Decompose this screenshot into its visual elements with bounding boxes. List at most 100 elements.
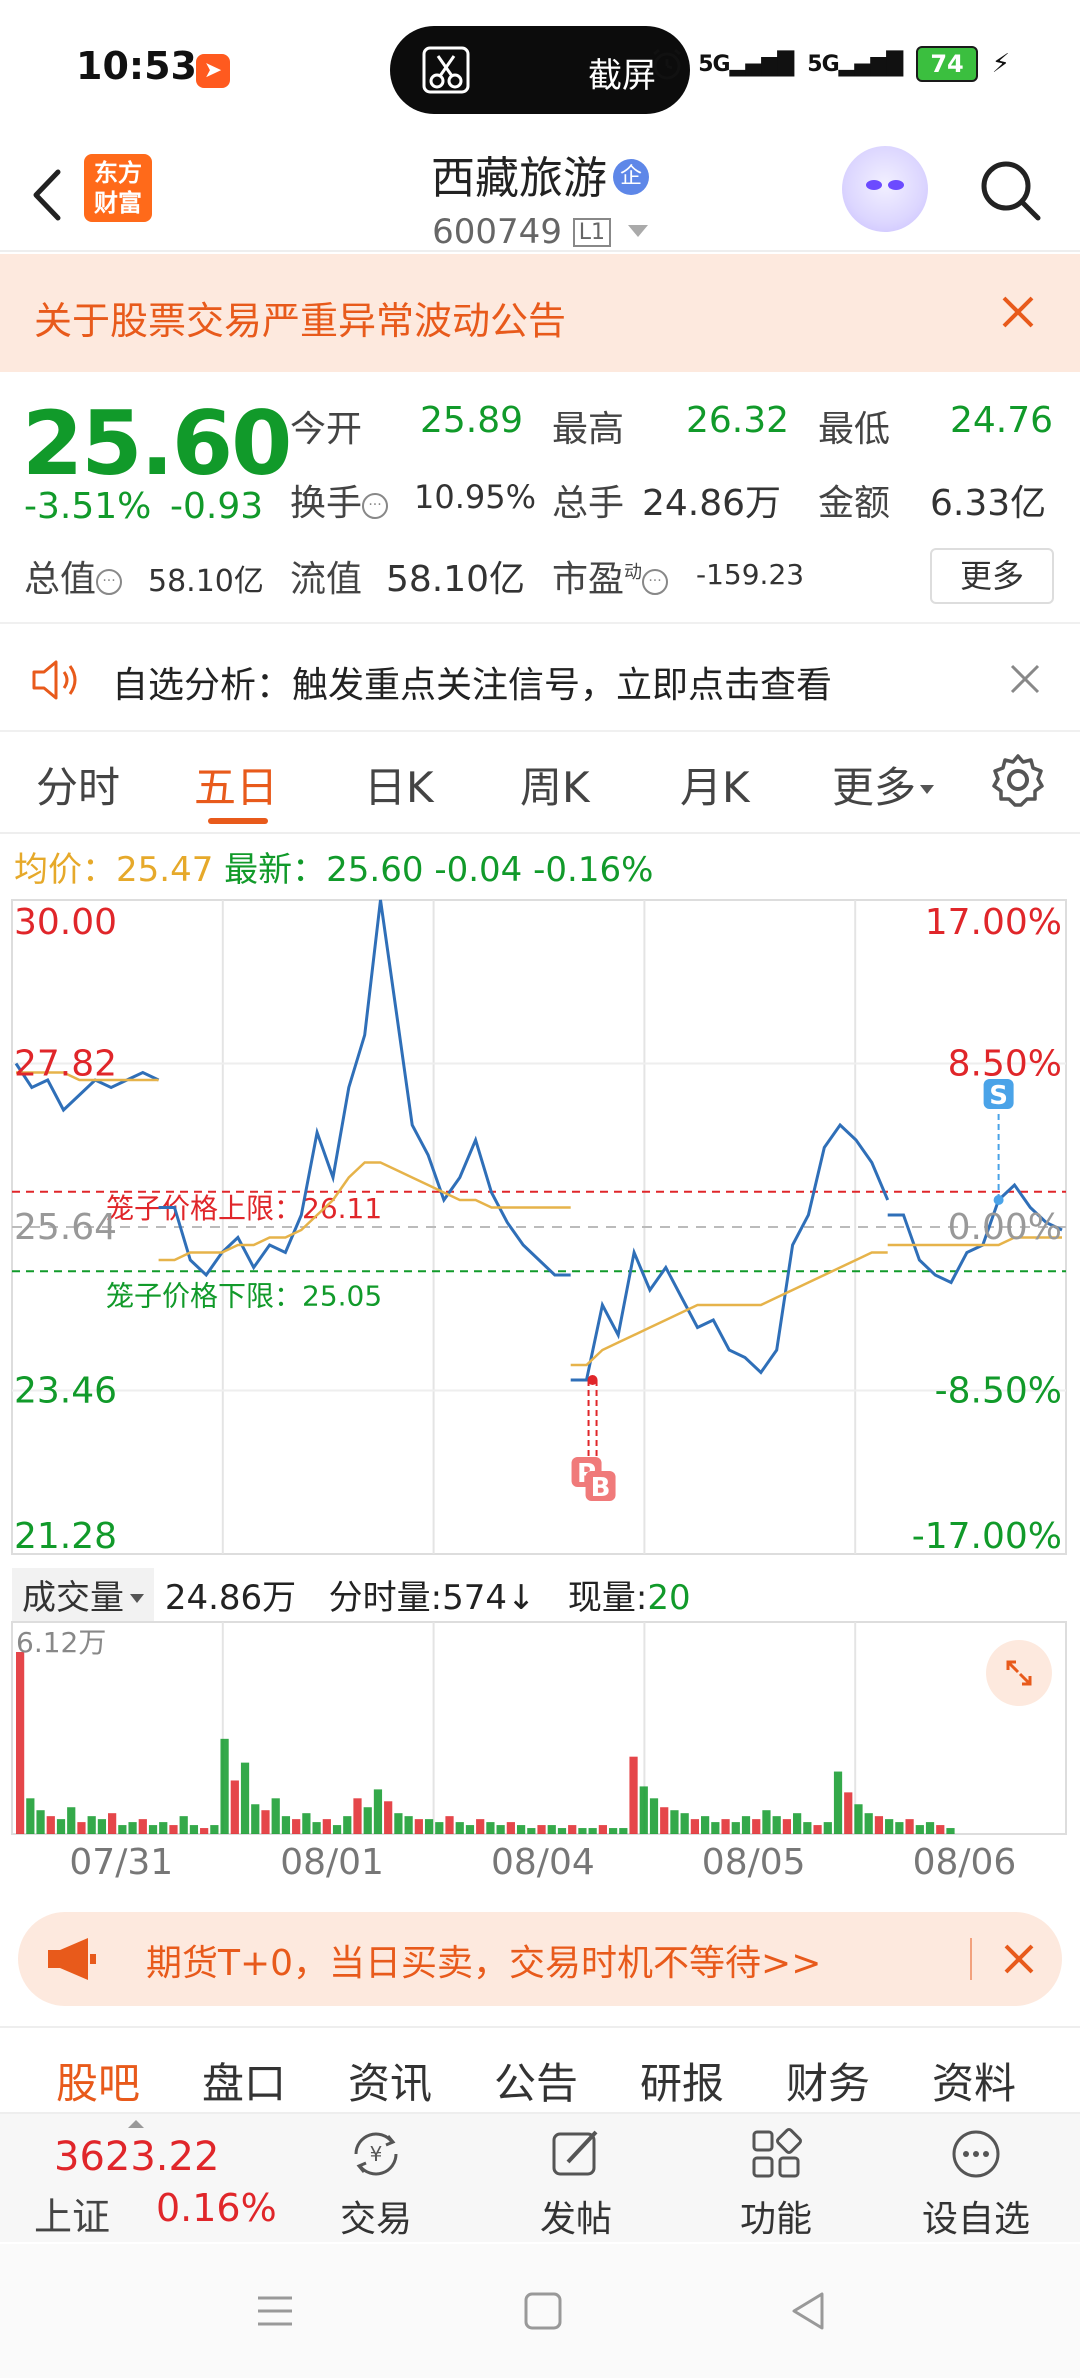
volume-bar (445, 1816, 454, 1834)
menu-icon[interactable] (252, 2288, 298, 2334)
volume-bar (874, 1816, 884, 1834)
functions-button[interactable]: 功能 (706, 2124, 846, 2242)
status-icons: 5G▂▄▆█ 5G▂▄▆█ 74 ⚡ (650, 46, 1010, 82)
gear-icon[interactable] (988, 750, 1048, 810)
volume-bar (36, 1810, 45, 1834)
buy-point-dot (587, 1375, 598, 1385)
active-tab-indicator (208, 818, 268, 824)
tab-announcements[interactable]: 公告 (494, 2050, 578, 2111)
volume-bar (823, 1822, 832, 1834)
screenshot-pill[interactable]: 截屏 (390, 26, 690, 114)
futures-promo-banner[interactable]: 期货T+0，当日买卖，交易时机不等待>> (18, 1912, 1062, 2006)
functions-label: 功能 (739, 2199, 812, 2240)
volume-bar (588, 1828, 597, 1834)
add-watchlist-button[interactable]: 设自选 (906, 2124, 1046, 2242)
close-icon[interactable] (1006, 660, 1044, 698)
percent-axis-label: -17.00% (912, 1516, 1062, 1557)
volume-chart[interactable]: 6.12万 (0, 1620, 1080, 1840)
volume-indicator-select[interactable]: 成交量 (12, 1568, 154, 1621)
volume-bar (782, 1819, 792, 1834)
alarm-icon (653, 48, 682, 80)
level-badge: L1 (572, 218, 612, 247)
charging-icon: ⚡ (991, 49, 1010, 79)
five-day-price-chart[interactable]: 笼子价格上限：26.11 笼子价格下限：25.05 30.00 27.82 25.64 2… (0, 892, 1080, 1562)
trade-yuan-icon: ¥ (354, 2132, 398, 2176)
volume-bar (404, 1816, 413, 1834)
expand-chart-button[interactable] (986, 1640, 1052, 1706)
close-icon[interactable] (996, 290, 1040, 334)
volume-bar (813, 1825, 822, 1834)
index-name: 上证 (34, 2195, 111, 2239)
volume-bar (67, 1807, 76, 1834)
close-icon[interactable] (1000, 1940, 1038, 1978)
volume-frame (11, 1621, 1067, 1835)
stock-code-row[interactable]: 600749 L1 (0, 212, 1080, 252)
volume-bar (701, 1816, 710, 1834)
avg-label: 均价： (14, 850, 116, 890)
volume-bar (312, 1822, 321, 1834)
volume-bar (138, 1819, 147, 1834)
change-percent: -3.51% (24, 486, 152, 527)
announcement-banner[interactable]: 关于股票交易严重异常波动公告 (0, 254, 1080, 372)
volume-bar (455, 1822, 464, 1834)
volume-bar (424, 1819, 434, 1834)
signal-icon: 5G▂▄▆█ (698, 51, 794, 77)
date-label: 08/01 (280, 1842, 384, 1883)
volume-bar (925, 1822, 935, 1834)
tab-weekly-k[interactable]: 周K (520, 754, 590, 815)
volume-bar (721, 1819, 730, 1834)
more-button[interactable]: 更多 (930, 548, 1054, 604)
analysis-text: 自选分析：触发重点关注信号，立即点击查看 (112, 665, 833, 706)
turnover-label[interactable]: 换手 ··· (290, 474, 389, 526)
tab-research[interactable]: 研报 (640, 2050, 724, 2111)
pe-label[interactable]: 市盈动 ··· (552, 550, 669, 602)
volume-bar (292, 1819, 301, 1834)
watchlist-analysis-banner[interactable]: 自选分析：触发重点关注信号，立即点击查看 (0, 622, 1080, 732)
volume-bar (762, 1810, 771, 1834)
minute-volume-label: 分时量: (328, 1578, 443, 1618)
edit-icon (552, 2130, 598, 2176)
tab-five-day[interactable]: 五日 (194, 754, 278, 815)
high-value: 26.32 (686, 400, 790, 441)
app-notification-icon: ➤ (196, 54, 230, 88)
stock-header: 东方 财富 西藏旅游企 600749 L1 (0, 140, 1080, 252)
tab-more[interactable]: 更多 (832, 754, 935, 815)
turnover-value: 10.95% (414, 478, 537, 516)
tab-forum[interactable]: 股吧 (56, 2050, 140, 2111)
float-value: 58.10亿 (386, 559, 526, 600)
tab-monthly-k[interactable]: 月K (680, 754, 750, 815)
tab-daily-k[interactable]: 日K (364, 754, 434, 815)
volume-bar (220, 1738, 229, 1834)
stock-sub-navigation: 股吧 盘口 资讯 公告 研报 财务 资料 (0, 2026, 1080, 2110)
price-axis-label: 27.82 (14, 1044, 117, 1085)
trade-button[interactable]: ¥ 交易 (306, 2124, 446, 2242)
volume-bar (496, 1825, 505, 1834)
avg-latest-bar: 均价：25.47 最新：25.60 -0.04 -0.16% (14, 842, 653, 891)
price-axis-label: 21.28 (14, 1516, 117, 1557)
volume-bar (271, 1798, 280, 1834)
volume-bar (210, 1825, 219, 1834)
tab-orderbook[interactable]: 盘口 (202, 2050, 286, 2111)
tab-news[interactable]: 资讯 (348, 2050, 432, 2111)
volume-max-label: 6.12万 (16, 1626, 106, 1659)
assistant-robot-icon[interactable] (842, 146, 928, 232)
tab-financials[interactable]: 财务 (786, 2050, 870, 2111)
add-watchlist-label: 设自选 (921, 2199, 1030, 2240)
post-button[interactable]: 发帖 (506, 2124, 646, 2242)
mktcap-label[interactable]: 总值 ··· (24, 550, 123, 602)
date-label: 07/31 (69, 1842, 174, 1883)
volume-bar (179, 1816, 188, 1834)
search-icon[interactable] (972, 152, 1048, 228)
volume-value: 24.86万 (642, 483, 782, 524)
back-icon[interactable] (786, 2288, 832, 2334)
volume-bar (711, 1822, 720, 1834)
home-icon[interactable] (520, 2288, 566, 2334)
speaker-icon (32, 660, 77, 700)
info-icon: ··· (362, 493, 389, 519)
tab-intraday[interactable]: 分时 (36, 754, 120, 815)
tab-profile[interactable]: 资料 (932, 2050, 1016, 2111)
date-label: 08/04 (491, 1842, 595, 1883)
quote-panel: 25.60 -3.51% -0.93 今开 25.89 最高 26.32 最低 … (0, 374, 1080, 614)
percent-axis-label: 17.00% (925, 902, 1062, 943)
volume-bar (148, 1825, 158, 1834)
